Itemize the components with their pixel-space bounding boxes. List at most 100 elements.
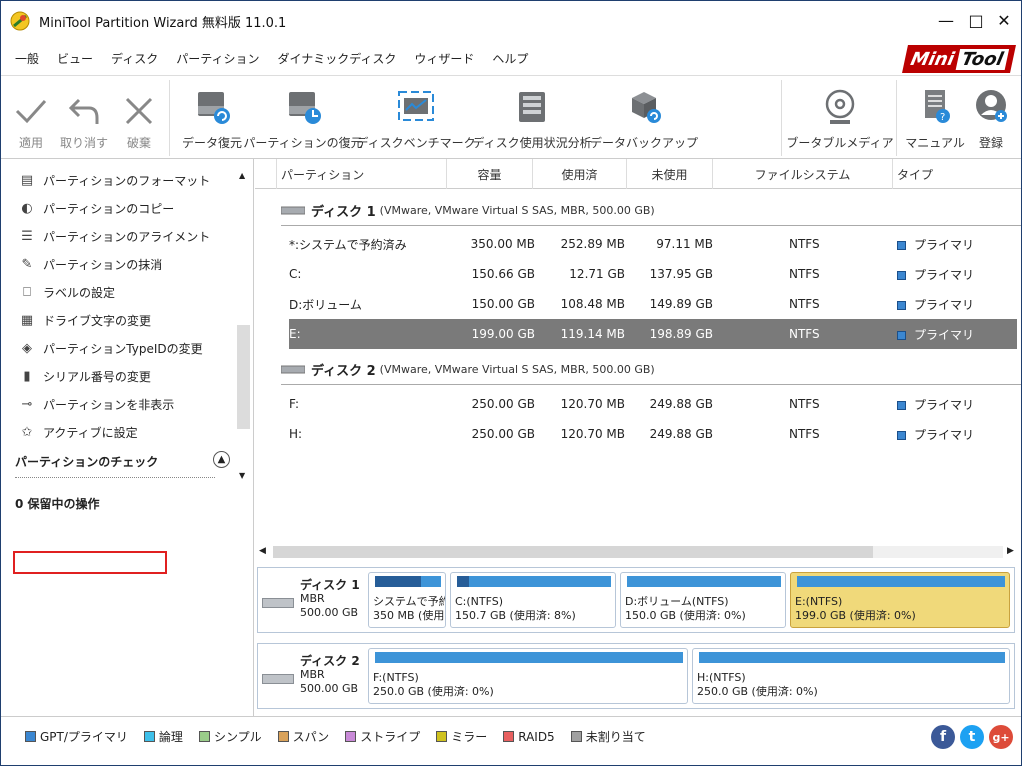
menu-partition[interactable]: パーティション (167, 50, 268, 67)
usage-used-bar (375, 576, 421, 587)
register-button[interactable]: 登録 (969, 76, 1013, 160)
close-button[interactable]: ✕ (993, 9, 1015, 31)
disk1-map-name: ディスク 1 (300, 578, 360, 592)
disk1-info[interactable]: ディスク 1 MBR 500.00 GB (260, 570, 366, 630)
cell-unused: 249.88 GB (649, 397, 713, 411)
scroll-up-icon[interactable]: ▲ (239, 171, 245, 180)
svg-text:?: ? (940, 112, 945, 123)
bootable-media-button[interactable]: ブータブルメディア (786, 76, 894, 160)
primary-swatch-icon (897, 330, 906, 340)
drive-letter-icon: ▦ (20, 312, 34, 328)
eraser-icon: ✎ (21, 256, 33, 272)
partition-block[interactable]: H:(NTFS) 250.0 GB (使用済: 0%) (692, 648, 1010, 704)
partition-table: パーティション 容量 使用済 未使用 ファイルシステム タイプ ディスク 1 (… (255, 159, 1021, 561)
space-analyzer-icon (519, 92, 545, 122)
usage-bar (797, 576, 1005, 587)
sidebar-item-label[interactable]: ⎕ ラベルの設定 (19, 281, 115, 303)
table-row[interactable]: H: 250.00 GB 120.70 MB 249.88 GB NTFS プラ… (289, 419, 1017, 449)
apply-button[interactable]: 適用 (13, 76, 49, 160)
primary-swatch-icon (897, 240, 906, 250)
minimize-button[interactable]: — (935, 9, 957, 31)
pending-operations: 0 保留中の操作 (15, 497, 100, 511)
diskmap-disk1[interactable]: ディスク 1 MBR 500.00 GB システムで予約 350 MB (使用 C… (257, 567, 1015, 633)
scroll-left-icon[interactable]: ◀ (259, 546, 266, 556)
disk2-name: ディスク 2 (311, 363, 376, 379)
data-recovery-label: データ復元 (181, 136, 242, 150)
sidebar-scrollbar[interactable]: ▲ ▼ (235, 165, 252, 483)
backup-label: データバックアップ (590, 136, 699, 150)
facebook-icon[interactable]: f (931, 725, 955, 749)
legend-raid5: RAID5 (503, 730, 555, 744)
cell-unused: 249.88 GB (649, 427, 713, 441)
table-row[interactable]: D:ボリューム 150.00 GB 108.48 MB 149.89 GB NT… (289, 289, 1017, 319)
google-plus-icon[interactable]: g+ (989, 725, 1013, 749)
check-section-title[interactable]: パーティションのチェック (15, 453, 158, 470)
disk1-header[interactable]: ディスク 1 (VMware, VMware Virtual S SAS, MB… (281, 200, 655, 220)
sidebar-item-drive-letter[interactable]: ▦ ドライブ文字の変更 (19, 309, 151, 331)
col-type[interactable]: タイプ (893, 159, 1021, 189)
backup-button[interactable]: データバックアップ (590, 76, 698, 160)
col-used[interactable]: 使用済 (533, 159, 627, 189)
twitter-icon[interactable]: t (960, 725, 984, 749)
partition-label: H:(NTFS) (697, 671, 746, 684)
sidebar-item-format[interactable]: ▤ パーティションのフォーマット (19, 169, 210, 191)
hard-disk-icon (281, 365, 305, 374)
col-filesystem[interactable]: ファイルシステム (713, 159, 893, 189)
hscroll-thumb[interactable] (273, 546, 873, 558)
partition-block[interactable]: D:ボリューム(NTFS) 150.0 GB (使用済: 0%) (620, 572, 786, 628)
col-unused[interactable]: 未使用 (627, 159, 713, 189)
menu-general[interactable]: 一般 (1, 50, 48, 67)
legend-mirrored: ミラー (436, 728, 487, 745)
sidebar-label: パーティションのコピー (43, 201, 175, 216)
menu-help[interactable]: ヘルプ (483, 50, 537, 67)
disk-benchmark-button[interactable]: ディスクベンチマーク (356, 76, 476, 160)
usage-bar (457, 576, 611, 587)
menu-wizard[interactable]: ウィザード (405, 50, 483, 67)
partition-block[interactable]: システムで予約 350 MB (使用 (368, 572, 446, 628)
diskmap-disk2[interactable]: ディスク 2 MBR 500.00 GB F:(NTFS) 250.0 GB (使… (257, 643, 1015, 709)
table-row[interactable]: *:システムで予約済み 350.00 MB 252.89 MB 97.11 MB… (289, 229, 1017, 259)
apply-label: 適用 (18, 136, 43, 150)
disk2-header[interactable]: ディスク 2 (VMware, VMware Virtual S SAS, MB… (281, 359, 655, 379)
sidebar-item-align[interactable]: ☰ パーティションのアライメント (19, 225, 210, 247)
menu-disk[interactable]: ディスク (102, 50, 167, 67)
partition-size: 150.0 GB (使用済: 0%) (625, 609, 746, 622)
sidebar-item-active[interactable]: ✩ アクティブに設定 (19, 421, 138, 443)
scroll-down-icon[interactable]: ▼ (239, 471, 245, 480)
table-hscrollbar[interactable]: ◀ ▶ (255, 544, 1021, 560)
benchmark-icon (398, 91, 434, 121)
usage-used-bar (457, 576, 469, 587)
menu-view[interactable]: ビュー (48, 50, 102, 67)
table-row[interactable]: C: 150.66 GB 12.71 GB 137.95 GB NTFS プライ… (289, 259, 1017, 289)
undo-button[interactable]: 取り消す (59, 76, 109, 160)
maximize-button[interactable]: □ (965, 9, 987, 31)
cell-unused: 137.95 GB (649, 267, 713, 281)
col-capacity[interactable]: 容量 (447, 159, 533, 189)
partition-block[interactable]: F:(NTFS) 250.0 GB (使用済: 0%) (368, 648, 688, 704)
discard-button[interactable]: 破棄 (119, 76, 159, 160)
data-recovery-button[interactable]: データ復元 (181, 76, 243, 160)
bootable-media-label: ブータブルメディア (786, 136, 894, 150)
manual-button[interactable]: ? マニュアル (905, 76, 965, 160)
scroll-right-icon[interactable]: ▶ (1007, 546, 1014, 556)
partition-block-selected[interactable]: E:(NTFS) 199.0 GB (使用済: 0%) (790, 572, 1010, 628)
collapse-icon[interactable]: ▲ (213, 451, 230, 468)
sidebar-label: パーティションのアライメント (43, 229, 211, 244)
table-row[interactable]: F: 250.00 GB 120.70 MB 249.88 GB NTFS プラ… (289, 389, 1017, 419)
sidebar-item-wipe[interactable]: ✎ パーティションの抹消 (19, 253, 163, 275)
partition-block[interactable]: C:(NTFS) 150.7 GB (使用済: 8%) (450, 572, 616, 628)
table-row-selected[interactable]: E: 199.00 GB 119.14 MB 198.89 GB NTFS プラ… (289, 319, 1017, 349)
menu-dynamic-disk[interactable]: ダイナミックディスク (268, 50, 405, 67)
space-analyzer-button[interactable]: ディスク使用状況分析 (472, 76, 592, 160)
sidebar-scroll-thumb[interactable] (237, 325, 250, 429)
partition-recovery-button[interactable]: パーティションの復元 (243, 76, 363, 160)
sidebar-item-typeid[interactable]: ◈ パーティションTypeIDの変更 (19, 337, 203, 359)
disk2-desc: (VMware, VMware Virtual S SAS, MBR, 500.… (379, 362, 655, 376)
sidebar-label: ドライブ文字の変更 (43, 313, 152, 328)
col-partition[interactable]: パーティション (277, 159, 447, 189)
sidebar-item-copy[interactable]: ◐ パーティションのコピー (19, 197, 174, 219)
legend-label: シンプル (213, 730, 262, 744)
sidebar-item-serial[interactable]: ▮ シリアル番号の変更 (19, 365, 150, 387)
sidebar-item-hide[interactable]: ⊸ パーティションを非表示 (19, 393, 175, 415)
disk2-info[interactable]: ディスク 2 MBR 500.00 GB (260, 646, 366, 706)
